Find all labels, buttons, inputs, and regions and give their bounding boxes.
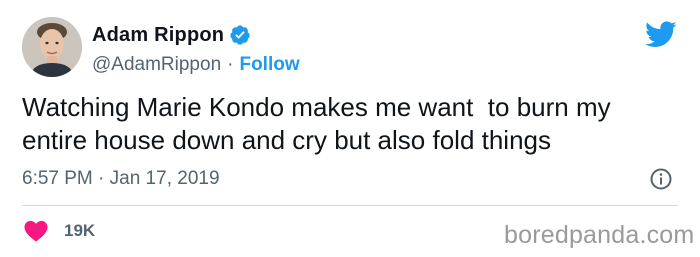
- tweet-timestamp[interactable]: 6:57 PM · Jan 17, 2019: [22, 168, 220, 190]
- follow-button[interactable]: Follow: [239, 54, 299, 76]
- tweet-card: Adam Rippon @AdamRippon · Follow Watchin…: [0, 0, 700, 257]
- avatar[interactable]: [22, 17, 82, 77]
- handle-separator: ·: [227, 54, 234, 75]
- name-row: Adam Rippon: [92, 20, 300, 50]
- tweet-header: Adam Rippon @AdamRippon · Follow: [92, 20, 300, 78]
- author-handle[interactable]: @AdamRippon: [92, 54, 221, 76]
- twitter-bird-icon[interactable]: [645, 21, 677, 48]
- tweet-text: Watching Marie Kondo makes me want to bu…: [22, 92, 611, 155]
- watermark: boredpanda.com: [504, 221, 695, 249]
- divider: [22, 205, 678, 206]
- like-count: 19K: [64, 221, 96, 240]
- author-name[interactable]: Adam Rippon: [92, 24, 224, 47]
- heart-icon[interactable]: [24, 220, 48, 242]
- info-icon[interactable]: [649, 167, 673, 191]
- like-action[interactable]: 19K: [24, 220, 95, 242]
- handle-row: @AdamRippon · Follow: [92, 52, 300, 78]
- verified-badge-icon: [229, 24, 251, 46]
